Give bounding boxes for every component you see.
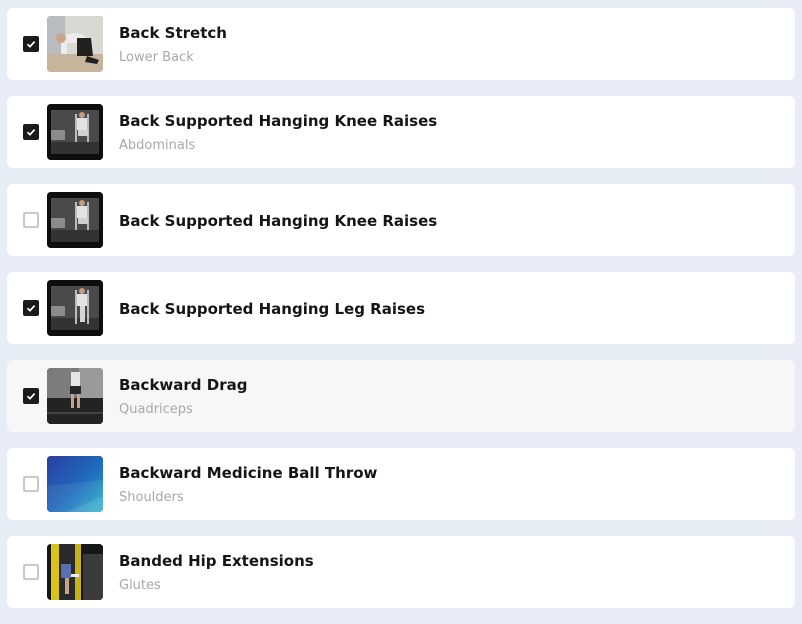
banded-hip-extension-thumbnail bbox=[47, 544, 103, 600]
exercise-name: Backward Medicine Ball Throw bbox=[119, 464, 378, 482]
exercise-checkbox[interactable] bbox=[23, 212, 39, 228]
exercise-name: Back Supported Hanging Knee Raises bbox=[119, 212, 438, 230]
back-stretch-thumbnail bbox=[47, 16, 103, 72]
exercise-row[interactable]: Back Stretch Lower Back bbox=[7, 8, 795, 80]
checkmark-icon bbox=[26, 393, 36, 400]
exercise-row[interactable]: Back Supported Hanging Leg Raises bbox=[7, 272, 795, 344]
exercise-row[interactable]: Backward Medicine Ball Throw Shoulders bbox=[7, 448, 795, 520]
exercise-name: Banded Hip Extensions bbox=[119, 552, 314, 570]
checkmark-icon bbox=[26, 129, 36, 136]
exercise-checkbox[interactable] bbox=[23, 564, 39, 580]
exercise-checkbox[interactable] bbox=[23, 124, 39, 140]
exercise-row[interactable]: Back Supported Hanging Knee Raises Abdom… bbox=[7, 96, 795, 168]
muscle-group: Shoulders bbox=[119, 490, 184, 505]
backward-drag-thumbnail bbox=[47, 368, 103, 424]
checkmark-icon bbox=[26, 305, 36, 312]
hanging-knee-raise-thumbnail bbox=[47, 104, 103, 160]
exercise-checkbox[interactable] bbox=[23, 476, 39, 492]
exercise-name: Back Supported Hanging Leg Raises bbox=[119, 300, 426, 318]
exercise-list: Back Stretch Lower Back Back Supported H… bbox=[7, 8, 795, 624]
exercise-checkbox[interactable] bbox=[23, 36, 39, 52]
exercise-row[interactable]: Banded Hip Extensions Glutes bbox=[7, 536, 795, 608]
exercise-name: Back Supported Hanging Knee Raises bbox=[119, 112, 438, 130]
muscle-group: Quadriceps bbox=[119, 402, 193, 417]
hanging-knee-raise-thumbnail bbox=[47, 192, 103, 248]
medicine-ball-throw-thumbnail bbox=[47, 456, 103, 512]
exercise-row[interactable]: Backward Drag Quadriceps bbox=[7, 360, 795, 432]
muscle-group: Lower Back bbox=[119, 50, 194, 65]
exercise-checkbox[interactable] bbox=[23, 388, 39, 404]
muscle-group: Abdominals bbox=[119, 138, 196, 153]
checkmark-icon bbox=[26, 41, 36, 48]
exercise-checkbox[interactable] bbox=[23, 300, 39, 316]
muscle-group: Glutes bbox=[119, 578, 161, 593]
exercise-name: Back Stretch bbox=[119, 24, 227, 42]
hanging-leg-raise-thumbnail bbox=[47, 280, 103, 336]
exercise-row[interactable]: Back Supported Hanging Knee Raises bbox=[7, 184, 795, 256]
exercise-name: Backward Drag bbox=[119, 376, 248, 394]
